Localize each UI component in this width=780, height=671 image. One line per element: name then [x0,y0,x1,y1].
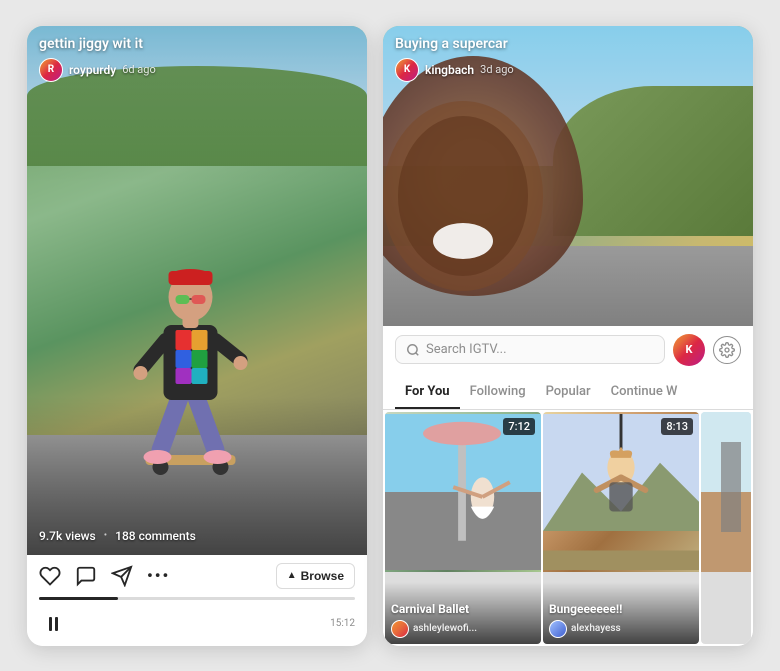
tab-for-you[interactable]: For You [395,374,460,409]
thumb-1-bottom: Carnival Ballet ashleylewofi... [385,582,541,644]
right-username[interactable]: kingbach [425,63,474,77]
thumb-bg-3 [701,412,751,572]
left-video-area[interactable]: gettin jiggy wit it R roypurdy 6d ago 9.… [27,26,367,555]
right-phone: Buying a supercar K kingbach 3d ago Sear… [383,26,753,646]
left-username[interactable]: roypurdy [69,63,116,77]
video-duration: 15:12 [330,618,355,629]
left-video-title: gettin jiggy wit it [39,36,355,52]
dot-separator: • [104,530,107,541]
right-video-header: Buying a supercar K kingbach 3d ago [395,36,741,82]
thumb-card-2[interactable]: 8:13 Bungeeeeee!! alexhayess [543,412,699,644]
browse-label: Browse [301,569,344,583]
comment-button[interactable] [75,565,97,587]
pause-button[interactable] [39,610,67,638]
progress-track[interactable] [39,597,355,600]
search-placeholder-text: Search IGTV... [426,342,507,357]
right-user-row: K kingbach 3d ago [395,58,741,82]
thumb-1-username: ashleylewofi... [413,623,477,634]
heart-button[interactable] [39,565,61,587]
screens-container: gettin jiggy wit it R roypurdy 6d ago 9.… [7,6,773,666]
thumb-1-duration: 7:12 [503,418,535,435]
face-detail [383,86,573,306]
thumb-card-1[interactable]: 7:12 Carnival Ballet ashleylewofi... [385,412,541,644]
thumb-card-3[interactable] [701,412,751,644]
thumb-1-title: Carnival Ballet [391,602,535,616]
thumb-2-bottom: Bungeeeeee!! alexhayess [543,582,699,644]
share-button[interactable] [111,565,133,587]
left-video-header: gettin jiggy wit it R roypurdy 6d ago [39,36,355,82]
tab-following[interactable]: Following [460,374,536,409]
right-avatar[interactable]: K [395,58,419,82]
thumb-2-title: Bungeeeeee!! [549,602,693,616]
skater-figure [126,215,256,475]
thumb-bg-1 [385,412,541,572]
progress-fill [39,597,118,600]
progress-bar-container [27,597,367,606]
tab-continue[interactable]: Continue W [601,374,681,409]
thumb-scene-3 [701,412,751,572]
right-video-area[interactable]: Buying a supercar K kingbach 3d ago [383,26,753,326]
right-time-ago: 3d ago [480,63,514,76]
left-video-bottom: 9.7k views • 188 comments [39,529,355,547]
thumb-1-user-row: ashleylewofi... [391,620,535,638]
browse-button[interactable]: ▲ Browse [276,563,355,589]
left-action-icons: ••• [39,565,170,587]
left-user-row: R roypurdy 6d ago [39,58,355,82]
search-section: Search IGTV... K [383,326,753,374]
browse-arrow-icon: ▲ [287,570,297,581]
tab-popular[interactable]: Popular [536,374,601,409]
stats-row: 9.7k views • 188 comments [39,529,355,543]
thumb-1-avatar [391,620,409,638]
right-video-title: Buying a supercar [395,36,741,52]
bottom-bar: 15:12 [27,606,367,646]
controls-bar: ••• ▲ Browse [27,555,367,597]
thumbnails-grid: 7:12 Carnival Ballet ashleylewofi... [383,410,753,646]
pause-icon [49,617,58,631]
hills [553,86,753,236]
left-time-ago: 6d ago [122,63,156,76]
left-phone: gettin jiggy wit it R roypurdy 6d ago 9.… [27,26,367,646]
thumb-scene-1 [385,412,541,572]
search-bar[interactable]: Search IGTV... [395,335,665,364]
thumb-2-duration: 8:13 [661,418,693,435]
thumb-2-username: alexhayess [571,623,621,634]
thumb-bg-2 [543,412,699,572]
views-count: 9.7k views [39,529,96,543]
left-avatar[interactable]: R [39,58,63,82]
thumb-scene-2 [543,412,699,572]
search-icon [406,343,420,357]
profile-icon[interactable]: K [673,334,705,366]
settings-icon[interactable] [713,336,741,364]
comments-count: 188 comments [115,529,196,543]
thumb-2-avatar [549,620,567,638]
tabs-row: For You Following Popular Continue W [383,374,753,410]
more-button[interactable]: ••• [147,566,170,585]
thumb-2-user-row: alexhayess [549,620,693,638]
